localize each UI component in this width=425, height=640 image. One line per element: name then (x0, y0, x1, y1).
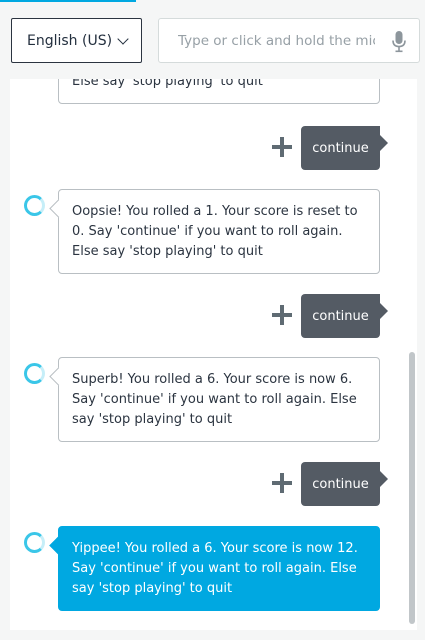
alexa-response-text: Else say 'stop playing' to quit (72, 79, 263, 89)
user-utterance-row: continue (10, 294, 406, 338)
user-utterance-text: continue (312, 476, 369, 492)
user-utterance-bubble: continue (301, 126, 388, 170)
alexa-response-partial: Else say 'stop playing' to quit (58, 79, 380, 104)
user-utterance-bubble: continue (301, 462, 388, 506)
language-select-label: English (US) (27, 32, 113, 49)
conversation-panel: Else say 'stop playing' to quit continue… (10, 79, 406, 630)
alexa-response-text: Yippee! You rolled a 6. Your score is no… (72, 541, 358, 596)
utterance-input-box[interactable] (158, 18, 420, 63)
user-utterance-bubble: continue (301, 294, 388, 338)
chevron-down-icon (117, 33, 129, 45)
language-select[interactable]: English (US) (11, 18, 142, 63)
utterance-input[interactable] (159, 19, 375, 62)
plus-icon[interactable] (272, 305, 292, 325)
user-utterance-text: continue (312, 308, 369, 324)
plus-icon[interactable] (272, 137, 292, 157)
alexa-response-bubble: Superb! You rolled a 6. Your score is no… (58, 357, 380, 442)
alexa-response-text: Oopsie! You rolled a 1. Your score is re… (72, 204, 358, 259)
alexa-ring-icon (24, 195, 45, 216)
alexa-ring-icon (24, 363, 45, 384)
plus-icon[interactable] (272, 473, 292, 493)
microphone-icon[interactable] (392, 31, 406, 53)
user-utterance-row: continue (10, 126, 406, 170)
user-utterance-row: continue (10, 462, 406, 506)
simulator-header: English (US) (0, 0, 425, 78)
alexa-response-text: Superb! You rolled a 6. Your score is no… (72, 372, 357, 427)
alexa-response-bubble: Oopsie! You rolled a 1. Your score is re… (58, 189, 380, 274)
user-utterance-text: continue (312, 140, 369, 156)
alexa-response-bubble-active: Yippee! You rolled a 6. Your score is no… (58, 526, 380, 611)
alexa-ring-icon (24, 532, 45, 553)
scrollbar-thumb[interactable] (409, 352, 415, 624)
